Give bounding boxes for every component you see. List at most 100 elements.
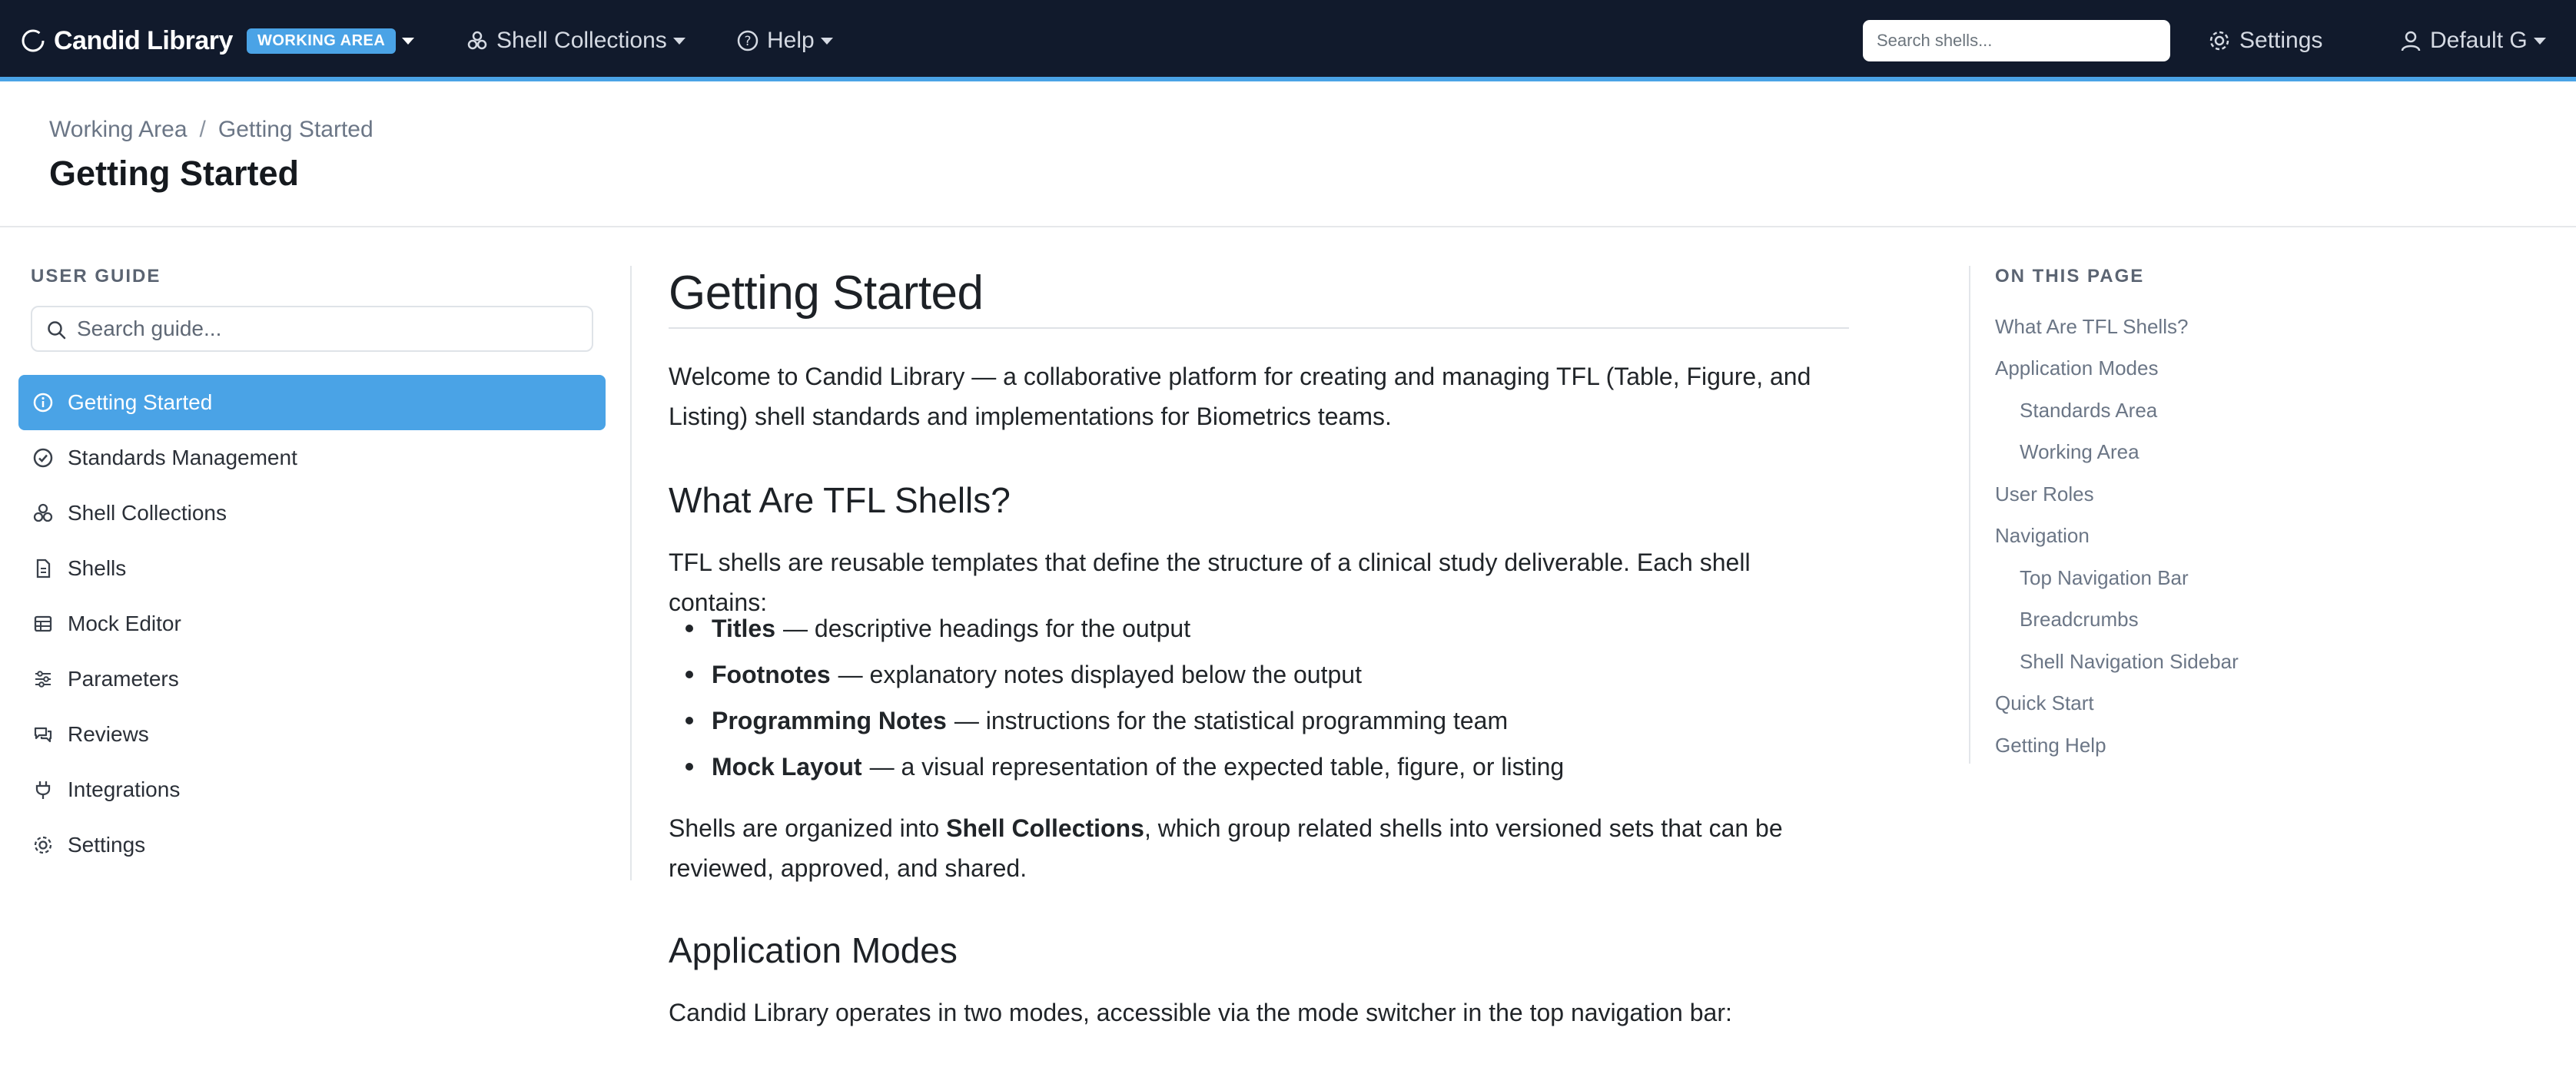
intro-paragraph: Welcome to Candid Library — a collaborat…: [669, 356, 1849, 436]
document-icon: [36, 559, 51, 578]
nav-settings[interactable]: Settings: [2207, 23, 2322, 58]
brand-name: Candid Library: [54, 25, 233, 55]
collections-line-1: Shells are organized into Shell Collecti…: [669, 808, 1849, 848]
list-item: Titles — descriptive headings for the ou…: [669, 605, 1849, 651]
sidebar-item-settings[interactable]: Settings: [18, 817, 606, 873]
sidebar-item-shells[interactable]: Shells: [18, 541, 606, 596]
sidebar-item-label: Mock Editor: [68, 612, 181, 635]
mode-badge[interactable]: WORKING AREA: [246, 28, 397, 54]
collections-line-2: reviewed, approved, and shared.: [669, 854, 1027, 882]
gear-icon: [34, 836, 52, 854]
sidebar-item-reviews[interactable]: Reviews: [18, 707, 606, 762]
intro-line-1: Welcome to Candid Library — a collaborat…: [669, 363, 1811, 390]
application-modes-paragraph: Candid Library operates in two modes, ac…: [669, 999, 1732, 1026]
bullet-dot: [685, 717, 693, 724]
list-item: Mock Layout — a visual representation of…: [669, 744, 1849, 790]
toc-list: What Are TFL Shells? Application Modes S…: [1995, 306, 2533, 767]
toc-item-user-roles[interactable]: User Roles: [1995, 473, 2533, 515]
nav-shell-collections-label: Shell Collections: [496, 28, 667, 53]
list-item-term: Footnotes: [712, 660, 831, 688]
list-item-desc: — explanatory notes displayed below the …: [838, 660, 1362, 688]
toc-item-working-area[interactable]: Working Area: [1995, 432, 2533, 474]
collections-bold-term: Shell Collections: [946, 814, 1144, 842]
breadcrumb-getting-started[interactable]: Getting Started: [218, 117, 373, 143]
guide-search-input[interactable]: [77, 317, 592, 341]
collections-icon: [33, 503, 53, 522]
logo-circle-icon: [22, 29, 45, 52]
sidebar-item-label: Shells: [68, 556, 127, 580]
guide-search-box[interactable]: [31, 306, 593, 352]
toc-item-top-navigation-bar[interactable]: Top Navigation Bar: [1995, 557, 2533, 599]
bullet-dot: [685, 671, 693, 678]
chevron-down-icon: [820, 37, 833, 45]
svg-text:?: ?: [744, 34, 751, 49]
bullet-dot: [685, 625, 693, 632]
sidebar-item-integrations[interactable]: Integrations: [18, 762, 606, 817]
bullet-dot: [685, 763, 693, 771]
collections-prefix: Shells are organized into: [669, 814, 940, 842]
sidebar-divider: [630, 266, 632, 880]
check-circle-icon: [33, 448, 53, 468]
sidebar-item-label: Standards Management: [68, 446, 297, 469]
toc-divider: [1969, 266, 1970, 764]
intro-line-2: Listing) shell standards and implementat…: [669, 403, 1392, 430]
page-header: Working Area / Getting Started Getting S…: [0, 86, 2576, 227]
info-icon: [33, 393, 53, 413]
sidebar-item-standards-management[interactable]: Standards Management: [18, 430, 606, 486]
breadcrumb-working-area[interactable]: Working Area: [49, 117, 188, 143]
nav-help-label: Help: [767, 28, 815, 53]
on-this-page-toc: ON THIS PAGE What Are TFL Shells? Applic…: [1995, 266, 2533, 767]
toc-item-what-are-tfl-shells[interactable]: What Are TFL Shells?: [1995, 306, 2533, 348]
mode-switcher-caret-icon[interactable]: [402, 37, 415, 45]
nav-help[interactable]: ? Help: [736, 23, 833, 58]
gear-icon: [2209, 31, 2229, 51]
sidebar-item-parameters[interactable]: Parameters: [18, 651, 606, 707]
content-title: Getting Started: [669, 267, 984, 320]
list-item: Programming Notes — instructions for the…: [669, 698, 1849, 744]
list-item-desc: — descriptive headings for the output: [783, 614, 1191, 642]
section-heading-tfl-shells: What Are TFL Shells?: [669, 480, 1011, 520]
chevron-down-icon: [2533, 37, 2546, 45]
toc-item-navigation[interactable]: Navigation: [1995, 515, 2533, 558]
sidebar-item-shell-collections[interactable]: Shell Collections: [18, 486, 606, 541]
user-menu[interactable]: Default G: [2399, 23, 2546, 58]
breadcrumb-separator: /: [199, 117, 206, 142]
list-item-term: Mock Layout: [712, 752, 862, 781]
sidebar-item-getting-started[interactable]: Getting Started: [18, 375, 606, 430]
toc-item-breadcrumbs[interactable]: Breadcrumbs: [1995, 599, 2533, 641]
collections-paragraph: Shells are organized into Shell Collecti…: [669, 808, 1849, 888]
toc-item-application-modes[interactable]: Application Modes: [1995, 348, 2533, 390]
list-item-desc: — a visual representation of the expecte…: [869, 752, 1565, 781]
top-navigation-bar: Candid Library WORKING AREA Shell Collec…: [0, 0, 2576, 81]
toc-heading: ON THIS PAGE: [1995, 266, 2145, 287]
brand[interactable]: Candid Library WORKING AREA: [20, 23, 415, 58]
toc-item-getting-help[interactable]: Getting Help: [1995, 724, 2533, 767]
nav-shell-collections[interactable]: Shell Collections: [466, 23, 685, 58]
search-icon: [48, 321, 66, 340]
list-item-term: Programming Notes: [712, 706, 947, 734]
shell-search-input[interactable]: [1863, 20, 2170, 61]
title-divider: [669, 327, 1849, 329]
toc-item-standards-area[interactable]: Standards Area: [1995, 389, 2533, 432]
plug-icon: [35, 781, 51, 799]
help-circle-icon: ?: [737, 30, 759, 51]
list-item-desc: — instructions for the statistical progr…: [954, 706, 1509, 734]
sidebar-item-label: Settings: [68, 833, 146, 857]
user-name: Default G: [2430, 28, 2528, 53]
toc-item-quick-start[interactable]: Quick Start: [1995, 683, 2533, 725]
sidebar-item-label: Reviews: [68, 722, 149, 746]
toc-item-shell-navigation-sidebar[interactable]: Shell Navigation Sidebar: [1995, 641, 2533, 683]
table-icon: [34, 615, 52, 632]
shell-contents-list: Titles — descriptive headings for the ou…: [669, 605, 1849, 790]
sidebar-item-label: Parameters: [68, 667, 179, 691]
sliders-icon: [35, 671, 51, 688]
collections-icon: [467, 31, 487, 50]
sidebar-item-label: Integrations: [68, 777, 181, 801]
user-icon: [2401, 31, 2421, 51]
collections-suffix: , which group related shells into versio…: [1144, 814, 1783, 842]
list-item: Footnotes — explanatory notes displayed …: [669, 651, 1849, 698]
breadcrumb: Working Area / Getting Started: [49, 117, 373, 143]
section-heading-application-modes: Application Modes: [669, 930, 958, 970]
list-item-term: Titles: [712, 614, 775, 642]
sidebar-item-mock-editor[interactable]: Mock Editor: [18, 596, 606, 651]
